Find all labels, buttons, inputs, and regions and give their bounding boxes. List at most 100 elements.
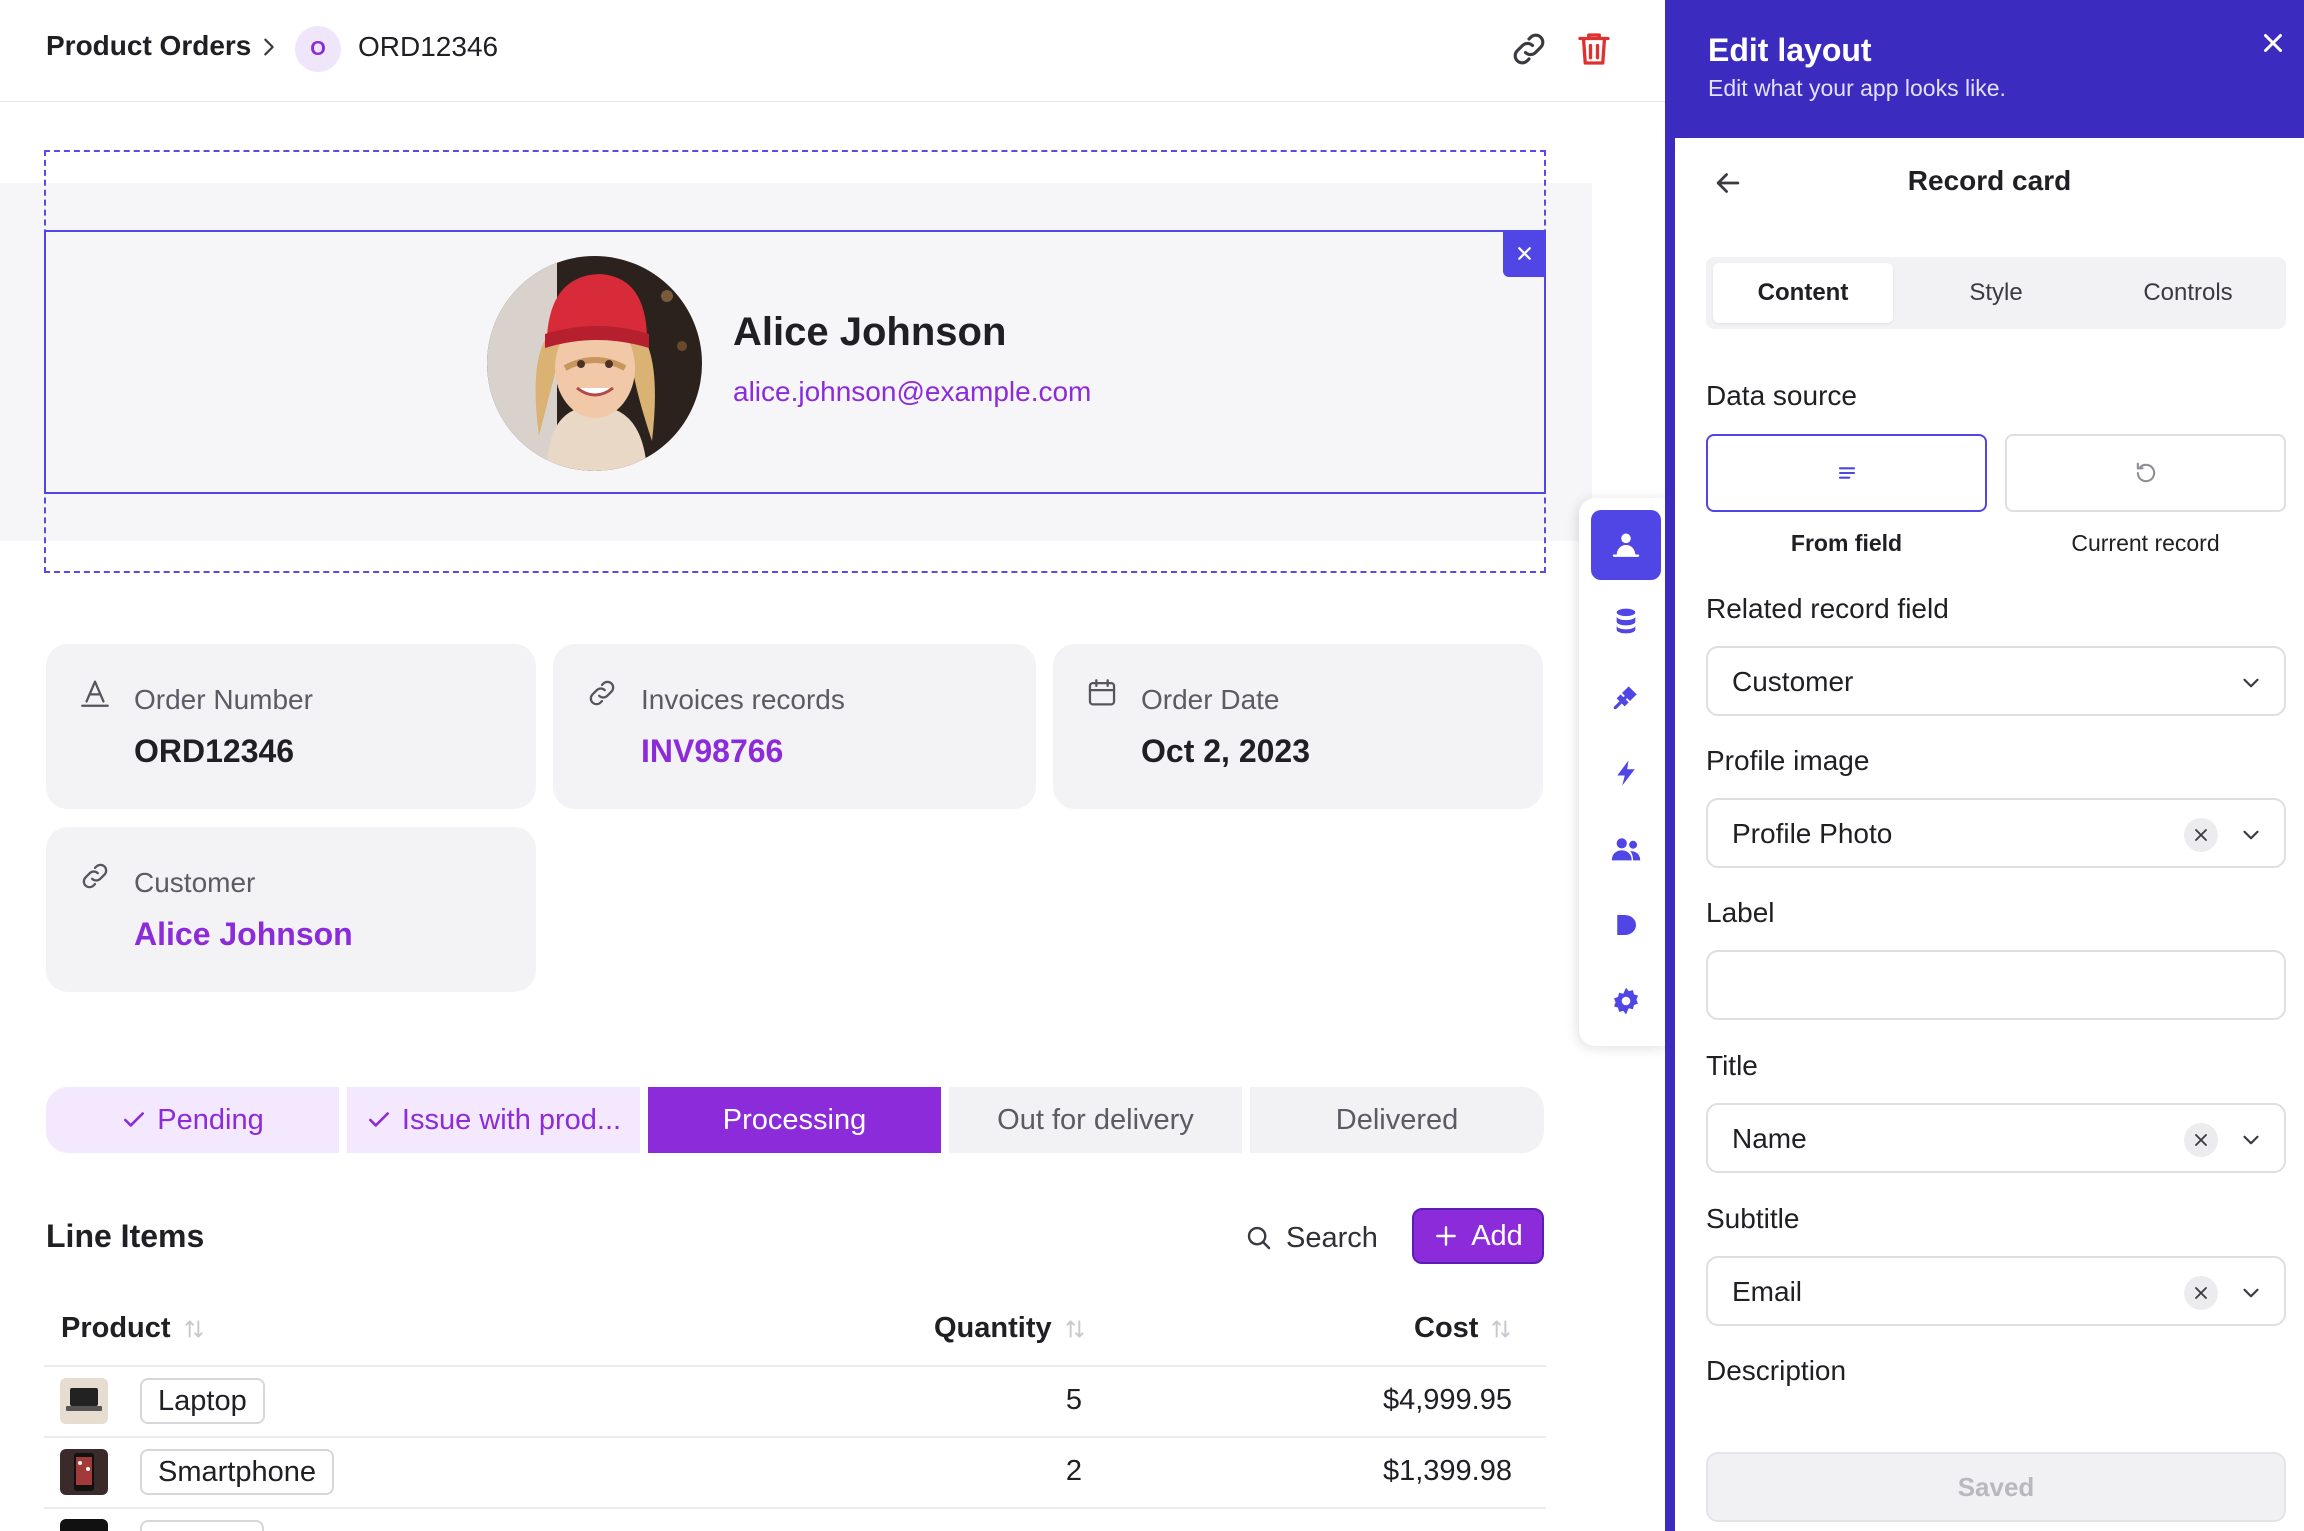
close-icon[interactable] [2258, 28, 2288, 58]
product-thumbnail [60, 1519, 108, 1531]
cost-cell: $4,999.95 [1382, 1384, 1512, 1416]
quantity-cell: 5 [1065, 1384, 1082, 1416]
status-step-issue[interactable]: Issue with prod... [347, 1087, 640, 1153]
chevron-down-icon [2243, 1135, 2259, 1145]
field-order-date: Order Date Oct 2, 2023 [1053, 644, 1543, 809]
chevron-down-icon [2243, 830, 2259, 840]
data-source-from-field[interactable] [1706, 434, 1987, 512]
plug-icon [1613, 686, 1637, 710]
user-card-icon [1612, 533, 1640, 557]
card-subtitle[interactable]: alice.johnson@example.com [733, 376, 1091, 408]
status-step-label: Processing [722, 1103, 867, 1136]
column-header-product[interactable]: Product [61, 1312, 207, 1345]
product-thumbnail [60, 1378, 108, 1424]
play-icon [1617, 915, 1636, 935]
users-icon [1611, 838, 1641, 861]
title-select[interactable]: Name [1706, 1103, 2286, 1173]
select-value: Customer [1732, 666, 1854, 697]
saved-button[interactable]: Saved [1706, 1452, 2286, 1522]
select-value: Email [1732, 1276, 1803, 1307]
rail-button-record-card[interactable] [1591, 510, 1661, 580]
label-field-label: Label [1706, 897, 1775, 928]
link-icon [589, 680, 615, 706]
tab-content[interactable]: Content [1713, 263, 1893, 323]
tab-controls[interactable]: Controls [2098, 263, 2278, 323]
profile-image-select[interactable]: Profile Photo [1706, 798, 2286, 868]
text-field-icon [81, 680, 109, 707]
status-step-processing[interactable]: Processing [648, 1087, 941, 1153]
customer-link[interactable]: Alice Johnson [134, 916, 353, 953]
section-title: Record card [1907, 165, 2072, 196]
column-label: Quantity [934, 1312, 1052, 1344]
cost-cell: $1,399.98 [1382, 1455, 1512, 1487]
remove-card-button[interactable] [1503, 230, 1546, 277]
field-order-number: Order Number ORD12346 [46, 644, 536, 809]
invoice-link[interactable]: INV98766 [641, 733, 783, 770]
sort-icon [185, 1319, 203, 1338]
field-value: Oct 2, 2023 [1141, 733, 1310, 769]
add-label: Add [1471, 1219, 1523, 1252]
status-step-out-for-delivery[interactable]: Out for delivery [949, 1087, 1242, 1153]
layout-tool-rail [1579, 498, 1669, 1046]
status-step-pending[interactable]: Pending [46, 1087, 339, 1153]
rail-button-data[interactable] [1591, 586, 1661, 656]
subtitle-select[interactable]: Email [1706, 1256, 2286, 1326]
select-value: Profile Photo [1732, 818, 1893, 849]
panel-subtitle: Edit what your app looks like. [1708, 75, 2006, 101]
field-customer: Customer Alice Johnson [46, 827, 536, 992]
subtitle-field-label: Subtitle [1706, 1203, 1800, 1234]
card-title: Alice Johnson [733, 310, 1007, 354]
clear-selection-button[interactable] [2184, 1123, 2218, 1157]
close-icon [2195, 829, 2207, 841]
field-label: Customer [134, 867, 256, 898]
search-label: Search [1286, 1221, 1378, 1254]
close-icon [2195, 1287, 2207, 1299]
rail-button-integrations[interactable] [1591, 662, 1661, 732]
edit-layout-panel: Edit layout Edit what your app looks lik… [1665, 0, 2304, 1531]
panel-header: Edit layout Edit what your app looks lik… [1675, 0, 2304, 138]
description-field-label: Description [1706, 1355, 1847, 1386]
add-button[interactable]: Add [1412, 1208, 1544, 1264]
check-icon [124, 1112, 145, 1127]
chevron-down-icon [2243, 678, 2259, 688]
label-input[interactable] [1706, 950, 2286, 1020]
rail-button-actions[interactable] [1591, 738, 1661, 808]
search-button[interactable]: Search [1244, 1215, 1378, 1261]
plus-icon [1436, 1226, 1457, 1246]
rail-button-users[interactable] [1591, 814, 1661, 884]
line-items-title: Line Items [46, 1218, 205, 1254]
trash-icon[interactable] [1573, 28, 1615, 70]
product-chip[interactable]: Smartphone [140, 1449, 334, 1495]
clear-selection-button[interactable] [2184, 818, 2218, 852]
link-icon [82, 863, 108, 889]
field-label: Order Date [1141, 684, 1280, 715]
column-header-quantity[interactable]: Quantity [934, 1312, 1088, 1345]
column-header-cost[interactable]: Cost [1414, 1312, 1514, 1345]
status-step-delivered[interactable]: Delivered [1250, 1087, 1544, 1153]
close-icon [2195, 1134, 2207, 1146]
product-chip[interactable]: Laptop [140, 1378, 265, 1424]
clear-selection-button[interactable] [2184, 1276, 2218, 1310]
table-divider [44, 1507, 1546, 1509]
column-label: Cost [1414, 1312, 1479, 1344]
breadcrumb-root[interactable]: Product Orders [46, 30, 251, 62]
gear-icon [1614, 987, 1638, 1015]
record-card[interactable] [44, 230, 1546, 494]
refresh-icon [2136, 462, 2155, 483]
rail-button-settings[interactable] [1591, 966, 1661, 1036]
status-step-label: Issue with prod... [401, 1103, 622, 1136]
breadcrumb-current: ORD12346 [358, 31, 499, 62]
product-chip[interactable] [140, 1520, 264, 1531]
field-invoices-records: Invoices records INV98766 [553, 644, 1036, 809]
top-bar: Product Orders O ORD12346 [0, 0, 1665, 102]
tab-style[interactable]: Style [1906, 263, 2086, 323]
related-field-select[interactable]: Customer [1706, 646, 2286, 716]
field-value: ORD12346 [134, 733, 295, 769]
rail-button-preview[interactable] [1591, 890, 1661, 960]
status-step-label: Out for delivery [997, 1103, 1194, 1136]
field-label: Invoices records [641, 684, 845, 715]
link-icon[interactable] [1508, 28, 1550, 70]
data-source-current-record[interactable] [2005, 434, 2286, 512]
table-divider [44, 1365, 1546, 1367]
check-icon [368, 1112, 389, 1127]
